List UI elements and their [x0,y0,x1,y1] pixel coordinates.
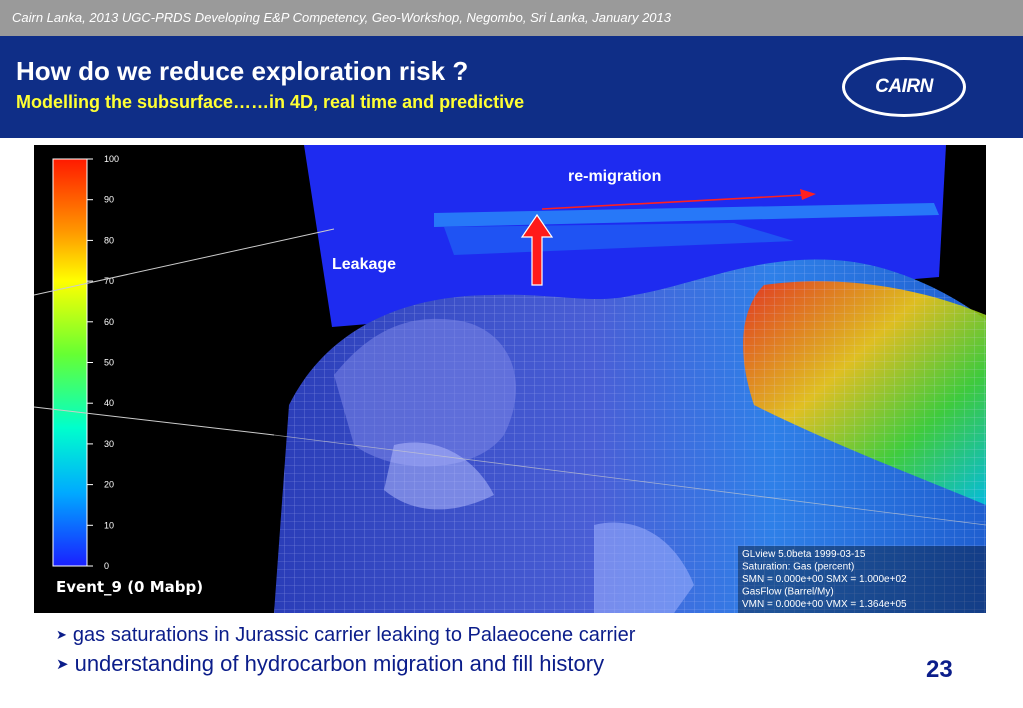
legend-tick-label: 80 [104,235,114,245]
arrowhead-bullet-icon: ➤ [56,628,67,643]
slide-subtitle: Modelling the subsurface……in 4D, real ti… [16,92,525,112]
citation-bar: Cairn Lanka, 2013 UGC-PRDS Developing E&… [0,0,1023,36]
leakage-label: Leakage [332,256,396,273]
bullet-item: ➤ understanding of hydrocarbon migration … [56,651,635,677]
citation-text: Cairn Lanka, 2013 UGC-PRDS Developing E&… [12,10,671,25]
saturation-legend-bar [52,158,88,567]
legend-tick-label: 60 [104,317,114,327]
cairn-logo: CAIRN [842,57,966,117]
slide-title: How do we reduce exploration risk ? [16,56,469,86]
arrowhead-bullet-icon: ➤ [56,655,69,673]
info-box-line: GLview 5.0beta 1999-03-15 [742,549,866,560]
info-box-line: Saturation: Gas (percent) [742,562,854,573]
model-render: 1009080706050403020100 re-migration Leak… [34,145,986,613]
legend-tick-label: 10 [104,520,114,530]
legend-tick-label: 0 [104,561,109,571]
event-label: Event_9 (0 Mabp) [56,578,203,596]
legend-tick-label: 90 [104,195,114,205]
legend-tick-label: 50 [104,358,114,368]
legend-tick-label: 40 [104,398,114,408]
info-box-line: VMN = 0.000e+00 VMX = 1.364e+05 [742,599,907,610]
info-box-line: SMN = 0.000e+00 SMX = 1.000e+02 [742,574,907,585]
remigration-label: re-migration [568,168,661,185]
page-number: 23 [926,656,953,683]
bullet-text: understanding of hydrocarbon migration a… [74,651,605,676]
slide-header: How do we reduce exploration risk ? Mode… [0,36,1023,138]
legend-tick-label: 30 [104,439,114,449]
bullet-list: ➤ gas saturations in Jurassic carrier lea… [56,624,635,677]
bullet-text: gas saturations in Jurassic carrier leak… [72,624,636,646]
logo-text: CAIRN [875,76,933,97]
info-box-line: GasFlow (Barrel/My) [742,587,834,598]
reservoir-model-figure: 100 90 80 70 60 50 40 30 20 10 0 re-migration Leak… [34,145,986,613]
legend-tick-label: 100 [104,154,119,164]
bullet-item: ➤ gas saturations in Jurassic carrier lea… [56,624,635,647]
legend-tick-label: 20 [104,480,114,490]
